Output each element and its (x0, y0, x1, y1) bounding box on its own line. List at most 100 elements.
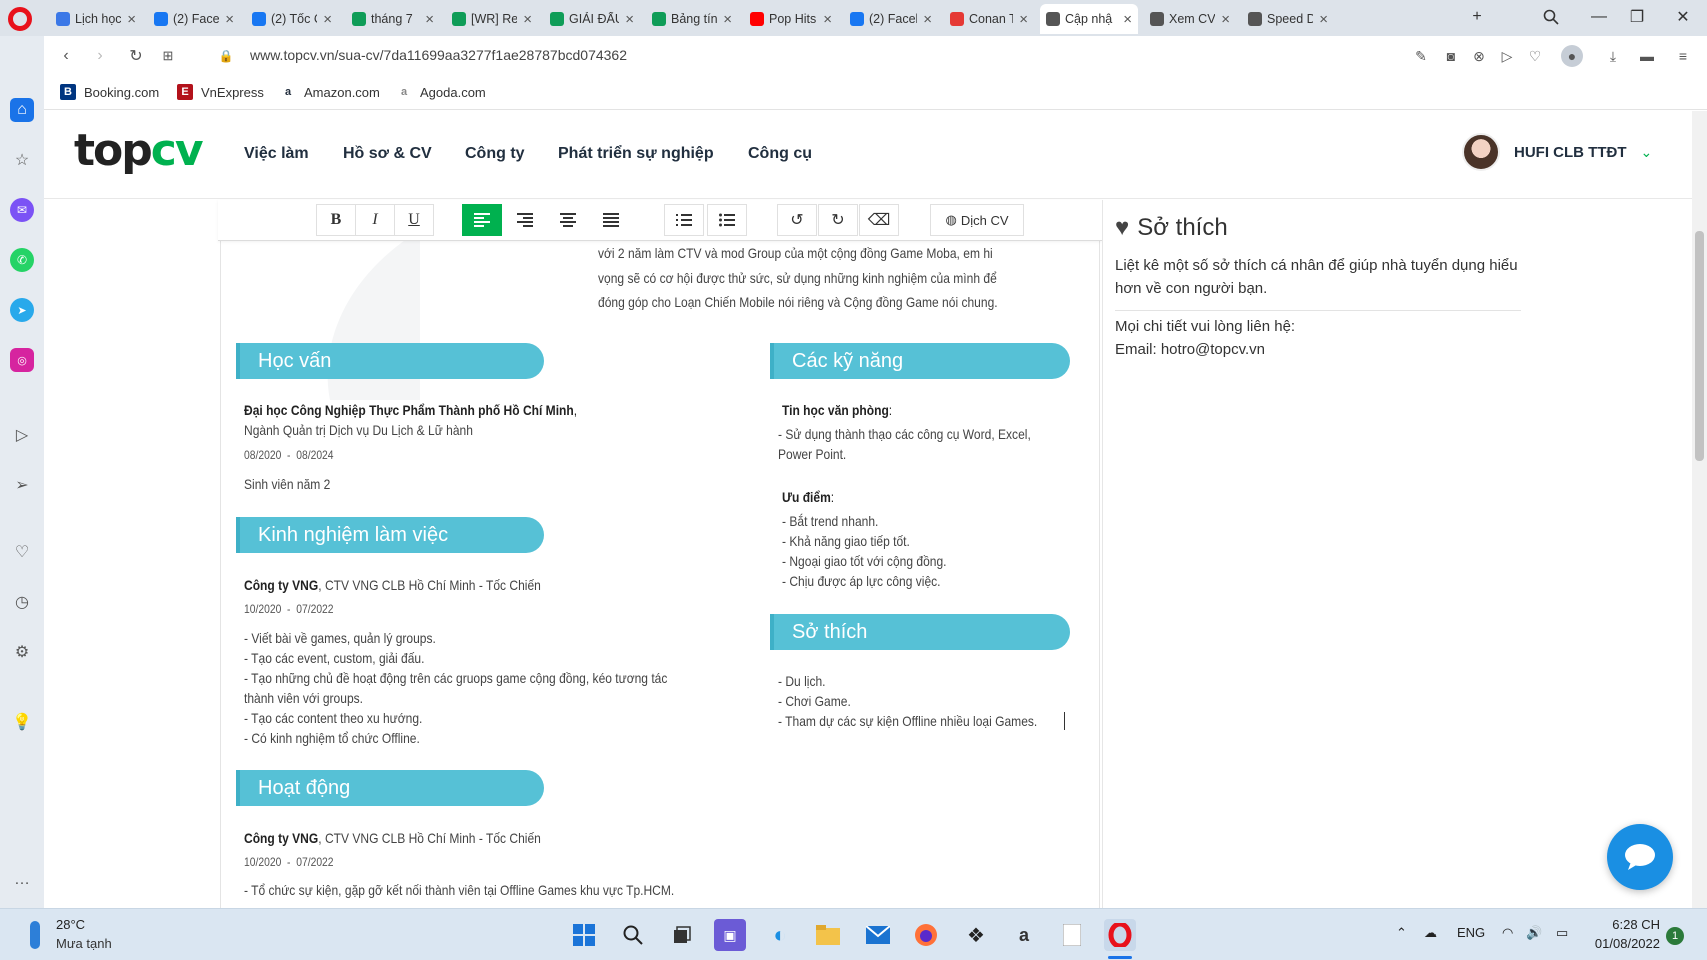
browser-tab[interactable]: Cập nhậ × (1040, 4, 1138, 34)
hint-email[interactable]: Email: hotro@topcv.vn (1115, 341, 1265, 358)
forward-icon[interactable]: › (88, 44, 112, 68)
close-tab-icon[interactable]: × (1221, 11, 1230, 28)
activities-heading[interactable]: Hoạt động (236, 770, 544, 806)
onedrive-icon[interactable]: ☁ (1424, 925, 1437, 941)
underline-button[interactable]: U (394, 204, 434, 236)
activities-dates[interactable]: 10/2020 - 07/2022 (244, 855, 334, 869)
back-icon[interactable]: ‹ (54, 44, 78, 68)
browser-tab[interactable]: Pop Hits × (744, 4, 838, 34)
justify-button[interactable] (591, 204, 631, 236)
search-icon[interactable] (617, 919, 649, 951)
browser-tab[interactable]: tháng 7 × (346, 4, 440, 34)
search-tabs-icon[interactable] (1537, 6, 1565, 28)
mail-icon[interactable] (862, 919, 894, 951)
close-tab-icon[interactable]: × (723, 11, 732, 28)
close-window-icon[interactable]: ✕ (1669, 6, 1697, 28)
start-icon[interactable] (568, 919, 600, 951)
messenger-icon[interactable]: ✉ (10, 198, 34, 222)
clock-date[interactable]: 01/08/2022 (1586, 936, 1660, 951)
browser-tab[interactable]: GIẢI ĐẤU × (544, 4, 640, 34)
browser-tab[interactable]: Conan T × (944, 4, 1034, 34)
edge-icon[interactable]: ◐ (764, 919, 796, 951)
notepad-icon[interactable] (1056, 919, 1088, 951)
close-tab-icon[interactable]: × (425, 11, 434, 28)
file-explorer-icon[interactable] (812, 919, 844, 951)
education-heading[interactable]: Học vấn (236, 343, 544, 379)
url-field[interactable]: www.topcv.vn/sua-cv/7da11699aa3277f1ae28… (250, 47, 627, 63)
experience-item[interactable]: - Tạo những chủ đề hoạt động trên các gr… (244, 670, 667, 686)
translate-cv-button[interactable]: ◍ Dịch CV (930, 204, 1024, 236)
chat-button[interactable] (1607, 824, 1673, 890)
volume-icon[interactable]: 🔊 (1526, 925, 1542, 941)
dropbox-icon[interactable]: ❖ (960, 919, 992, 951)
browser-tab[interactable]: (2) Tốc C × (246, 4, 338, 34)
history-icon[interactable]: ◷ (10, 590, 34, 614)
language-indicator[interactable]: ENG (1457, 925, 1485, 940)
activities-item[interactable]: - Tổ chức sự kiện, gặp gỡ kết nối thành … (244, 882, 674, 898)
telegram-icon[interactable]: ➤ (10, 298, 34, 322)
browser-tab[interactable]: Xem CV × (1144, 4, 1236, 34)
close-tab-icon[interactable]: × (323, 11, 332, 28)
heart-icon[interactable]: ♡ (10, 540, 34, 564)
browser-tab[interactable]: (2) Faceb × (844, 4, 938, 34)
settings-icon[interactable]: ⚙ (10, 640, 34, 664)
download-icon[interactable]: ⤓ (1602, 45, 1624, 67)
objective-line[interactable]: đóng góp cho Loạn Chiến Mobile nói riêng… (598, 294, 998, 310)
page-scrollbar[interactable] (1692, 111, 1707, 908)
notification-badge[interactable]: 1 (1666, 927, 1684, 945)
hobbies-heading[interactable]: Sở thích (770, 614, 1070, 650)
instagram-icon[interactable]: ◎ (10, 348, 34, 372)
profile-icon[interactable]: ● (1561, 45, 1583, 67)
snapshot-edit-icon[interactable]: ✎ (1410, 45, 1432, 67)
education-school[interactable]: Đại học Công Nghiệp Thực Phẩm Thành phố … (244, 402, 577, 418)
adblock-icon[interactable]: ⊗ (1468, 45, 1490, 67)
weather-description[interactable]: Mưa tạnh (56, 936, 112, 951)
battery-icon[interactable]: ▭ (1556, 925, 1568, 941)
show-hidden-icons[interactable]: ⌃ (1396, 925, 1407, 941)
close-tab-icon[interactable]: × (625, 11, 634, 28)
send-icon[interactable]: ➢ (10, 473, 34, 497)
weather-temperature[interactable]: 28°C (56, 917, 85, 932)
scroll-thumb[interactable] (1695, 231, 1704, 461)
amazon-app-icon[interactable]: a (1008, 919, 1040, 951)
education-dates[interactable]: 08/2020 - 08/2024 (244, 448, 334, 462)
experience-item[interactable]: thành viên với groups. (244, 690, 363, 706)
ordered-list-button[interactable] (664, 204, 704, 236)
experience-heading[interactable]: Kinh nghiệm làm việc (236, 517, 544, 553)
align-right-button[interactable] (505, 204, 545, 236)
restore-window-icon[interactable]: ❐ (1623, 6, 1651, 28)
objective-line[interactable]: vọng sẽ có cơ hội được thử sức, sử dụng … (598, 270, 997, 286)
experience-item[interactable]: - Tạo các event, custom, giải đấu. (244, 650, 424, 666)
more-icon[interactable]: … (10, 868, 34, 892)
experience-dates[interactable]: 10/2020 - 07/2022 (244, 602, 334, 616)
opera-logo-icon[interactable] (8, 7, 32, 31)
undo-button[interactable]: ↺ (777, 204, 817, 236)
bullet-list-button[interactable] (707, 204, 747, 236)
bookmark-heart-icon[interactable]: ♡ (1524, 45, 1546, 67)
italic-button[interactable]: I (355, 204, 395, 236)
teams-chat-icon[interactable]: ▣ (714, 919, 746, 951)
menu-ho-so-cv[interactable]: Hồ sơ & CV (343, 145, 432, 163)
close-tab-icon[interactable]: × (127, 11, 136, 28)
bookmark-amazon[interactable]: a Amazon.com (280, 84, 380, 100)
menu-viec-lam[interactable]: Việc làm (244, 145, 309, 163)
align-left-button[interactable] (462, 204, 502, 236)
skills-group-title[interactable]: Ưu điểm: (782, 489, 834, 505)
experience-item[interactable]: - Tạo các content theo xu hướng. (244, 710, 422, 726)
bookmark-booking[interactable]: B Booking.com (60, 84, 159, 100)
firefox-icon[interactable] (910, 919, 942, 951)
new-tab-button[interactable]: + (1463, 6, 1491, 28)
hobby-line[interactable]: - Chơi Game. (778, 693, 851, 709)
close-tab-icon[interactable]: × (523, 11, 532, 28)
weather-icon[interactable] (30, 921, 40, 949)
hobby-line[interactable]: - Tham dự các sự kiện Offline nhiều loại… (778, 713, 1037, 729)
wifi-icon[interactable]: ◠ (1502, 925, 1513, 941)
education-note[interactable]: Sinh viên năm 2 (244, 476, 330, 492)
skills-line[interactable]: - Ngoại giao tốt với cộng đồng. (782, 553, 947, 569)
camera-icon[interactable]: ◙ (1440, 45, 1462, 67)
close-tab-icon[interactable]: × (823, 11, 832, 28)
lightbulb-icon[interactable]: 💡 (10, 710, 34, 734)
close-tab-icon[interactable]: × (225, 11, 234, 28)
skills-line[interactable]: Power Point. (778, 446, 846, 462)
close-tab-icon[interactable]: × (923, 11, 932, 28)
